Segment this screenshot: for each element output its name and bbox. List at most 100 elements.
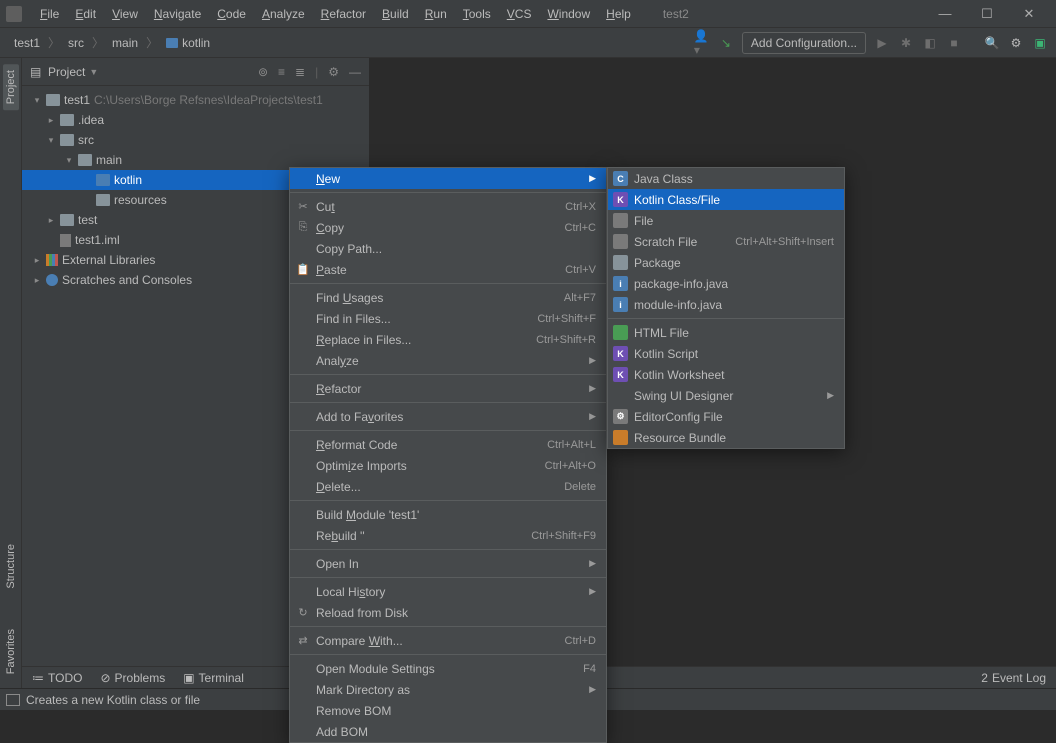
menu-item-reload-from-disk[interactable]: ↻Reload from Disk — [290, 602, 606, 623]
run-icon[interactable]: ▶ — [874, 35, 890, 51]
collapse-all-icon[interactable]: ≣ — [295, 65, 305, 79]
expand-arrow-icon[interactable]: ▸ — [46, 215, 56, 226]
menu-help[interactable]: Help — [598, 3, 639, 25]
panel-hide-icon[interactable]: — — [349, 65, 361, 79]
menu-file[interactable]: File — [32, 3, 67, 25]
menu-item-local-history[interactable]: Local History▶ — [290, 581, 606, 602]
submenu-label: Kotlin Class/File — [634, 193, 720, 207]
menu-item-find-usages[interactable]: Find UsagesAlt+F7 — [290, 287, 606, 308]
submenu-item-swing-ui-designer[interactable]: Swing UI Designer▶ — [608, 385, 844, 406]
menu-item-open-in[interactable]: Open In▶ — [290, 553, 606, 574]
menu-item-copy[interactable]: ⎘CopyCtrl+C — [290, 217, 606, 238]
menu-item-compare-with-[interactable]: ⇄Compare With...Ctrl+D — [290, 630, 606, 651]
panel-settings-icon[interactable]: ⚙ — [328, 65, 339, 79]
menu-analyze[interactable]: Analyze — [254, 3, 313, 25]
menu-label: Add to Favorites — [316, 410, 403, 424]
submenu-item-kotlin-worksheet[interactable]: KKotlin Worksheet — [608, 364, 844, 385]
breadcrumb-test1[interactable]: test1 — [8, 33, 46, 53]
menu-item-optimize-imports[interactable]: Optimize ImportsCtrl+Alt+O — [290, 455, 606, 476]
file-type-icon — [613, 325, 628, 340]
chevron-down-icon[interactable]: ▼ — [89, 67, 98, 77]
tree-item-test1[interactable]: ▾test1C:\Users\Borge Refsnes\IdeaProject… — [22, 90, 369, 110]
menu-item-paste[interactable]: 📋PasteCtrl+V — [290, 259, 606, 280]
breadcrumb-src[interactable]: src — [62, 33, 90, 53]
debug-icon[interactable]: ✱ — [898, 35, 914, 51]
breadcrumb-main[interactable]: main — [106, 33, 144, 53]
menu-navigate[interactable]: Navigate — [146, 3, 209, 25]
project-panel-title[interactable]: Project — [48, 65, 85, 79]
submenu-arrow-icon: ▶ — [589, 684, 596, 695]
menu-label: Open In — [316, 557, 359, 571]
settings-icon[interactable]: ⚙ — [1008, 35, 1024, 51]
menu-build[interactable]: Build — [374, 3, 417, 25]
menu-item-delete-[interactable]: Delete...Delete — [290, 476, 606, 497]
tree-item--idea[interactable]: ▸.idea — [22, 110, 369, 130]
submenu-item-package[interactable]: Package — [608, 252, 844, 273]
close-button[interactable]: ✕ — [1008, 4, 1050, 24]
project-panel-icon: ▤ — [30, 65, 44, 79]
menu-run[interactable]: Run — [417, 3, 455, 25]
stop-icon[interactable]: ■ — [946, 35, 962, 51]
rail-tab-project[interactable]: Project — [3, 64, 19, 110]
menu-item-new[interactable]: New▶ — [290, 168, 606, 189]
menu-item-build-module-test1-[interactable]: Build Module 'test1' — [290, 504, 606, 525]
submenu-shortcut: Ctrl+Alt+Shift+Insert — [735, 236, 834, 248]
plugins-icon[interactable]: ▣ — [1032, 35, 1048, 51]
expand-arrow-icon[interactable]: ▸ — [32, 255, 42, 266]
menu-vcs[interactable]: VCS — [499, 3, 540, 25]
menu-item-copy-path-[interactable]: Copy Path... — [290, 238, 606, 259]
menu-code[interactable]: Code — [209, 3, 254, 25]
search-icon[interactable]: 🔍 — [984, 35, 1000, 51]
submenu-item-kotlin-script[interactable]: KKotlin Script — [608, 343, 844, 364]
expand-arrow-icon[interactable]: ▸ — [32, 275, 42, 286]
add-configuration-button[interactable]: Add Configuration... — [742, 32, 866, 54]
menu-item-replace-in-files-[interactable]: Replace in Files...Ctrl+Shift+R — [290, 329, 606, 350]
submenu-item-package-info-java[interactable]: ipackage-info.java — [608, 273, 844, 294]
submenu-item-resource-bundle[interactable]: Resource Bundle — [608, 427, 844, 448]
users-icon[interactable]: 👤▾ — [694, 35, 710, 51]
menu-item-add-to-favorites[interactable]: Add to Favorites▶ — [290, 406, 606, 427]
menu-tools[interactable]: Tools — [455, 3, 499, 25]
submenu-item-java-class[interactable]: CJava Class — [608, 168, 844, 189]
tree-label: test1 — [64, 93, 90, 107]
menu-item-find-in-files-[interactable]: Find in Files...Ctrl+Shift+F — [290, 308, 606, 329]
menu-refactor[interactable]: Refactor — [313, 3, 374, 25]
expand-all-icon[interactable]: ≡ — [278, 65, 285, 79]
menu-item-analyze[interactable]: Analyze▶ — [290, 350, 606, 371]
hammer-icon[interactable]: ↘ — [718, 35, 734, 51]
submenu-item-editorconfig-file[interactable]: ⚙EditorConfig File — [608, 406, 844, 427]
bottom-tab-todo[interactable]: ≔TODO — [32, 671, 82, 685]
coverage-icon[interactable]: ◧ — [922, 35, 938, 51]
menu-item-add-bom[interactable]: Add BOM — [290, 721, 606, 742]
expand-arrow-icon[interactable]: ▾ — [64, 155, 74, 166]
rail-tab-favorites[interactable]: Favorites — [5, 623, 17, 680]
menu-item-mark-directory-as[interactable]: Mark Directory as▶ — [290, 679, 606, 700]
breadcrumb-kotlin[interactable]: kotlin — [160, 33, 216, 53]
submenu-item-scratch-file[interactable]: Scratch FileCtrl+Alt+Shift+Insert — [608, 231, 844, 252]
expand-arrow-icon[interactable]: ▾ — [32, 95, 42, 106]
bottom-tab-problems[interactable]: ⊘Problems — [100, 671, 165, 685]
locate-icon[interactable]: ⊚ — [258, 65, 268, 79]
bottom-tab-terminal[interactable]: ▣Terminal — [183, 671, 244, 685]
tree-item-src[interactable]: ▾src — [22, 130, 369, 150]
menu-item-rebuild-default-[interactable]: Rebuild ''Ctrl+Shift+F9 — [290, 525, 606, 546]
expand-arrow-icon[interactable]: ▸ — [46, 115, 56, 126]
menu-edit[interactable]: Edit — [67, 3, 104, 25]
menu-window[interactable]: Window — [539, 3, 598, 25]
expand-arrow-icon[interactable]: ▾ — [46, 135, 56, 146]
bottom-tab-eventlog[interactable]: 2 Event Log — [981, 671, 1046, 685]
submenu-item-module-info-java[interactable]: imodule-info.java — [608, 294, 844, 315]
menu-item-cut[interactable]: ✂CutCtrl+X — [290, 196, 606, 217]
submenu-item-file[interactable]: File — [608, 210, 844, 231]
menu-item-refactor[interactable]: Refactor▶ — [290, 378, 606, 399]
rail-tab-structure[interactable]: Structure — [5, 538, 17, 595]
menu-item-remove-bom[interactable]: Remove BOM — [290, 700, 606, 721]
menu-view[interactable]: View — [104, 3, 146, 25]
minimize-button[interactable]: — — [924, 4, 966, 24]
submenu-item-kotlin-class-file[interactable]: KKotlin Class/File — [608, 189, 844, 210]
menu-item-open-module-settings[interactable]: Open Module SettingsF4 — [290, 658, 606, 679]
status-window-icon[interactable] — [6, 694, 20, 706]
submenu-item-html-file[interactable]: HTML File — [608, 322, 844, 343]
menu-item-reformat-code[interactable]: Reformat CodeCtrl+Alt+L — [290, 434, 606, 455]
maximize-button[interactable]: ☐ — [966, 4, 1008, 24]
